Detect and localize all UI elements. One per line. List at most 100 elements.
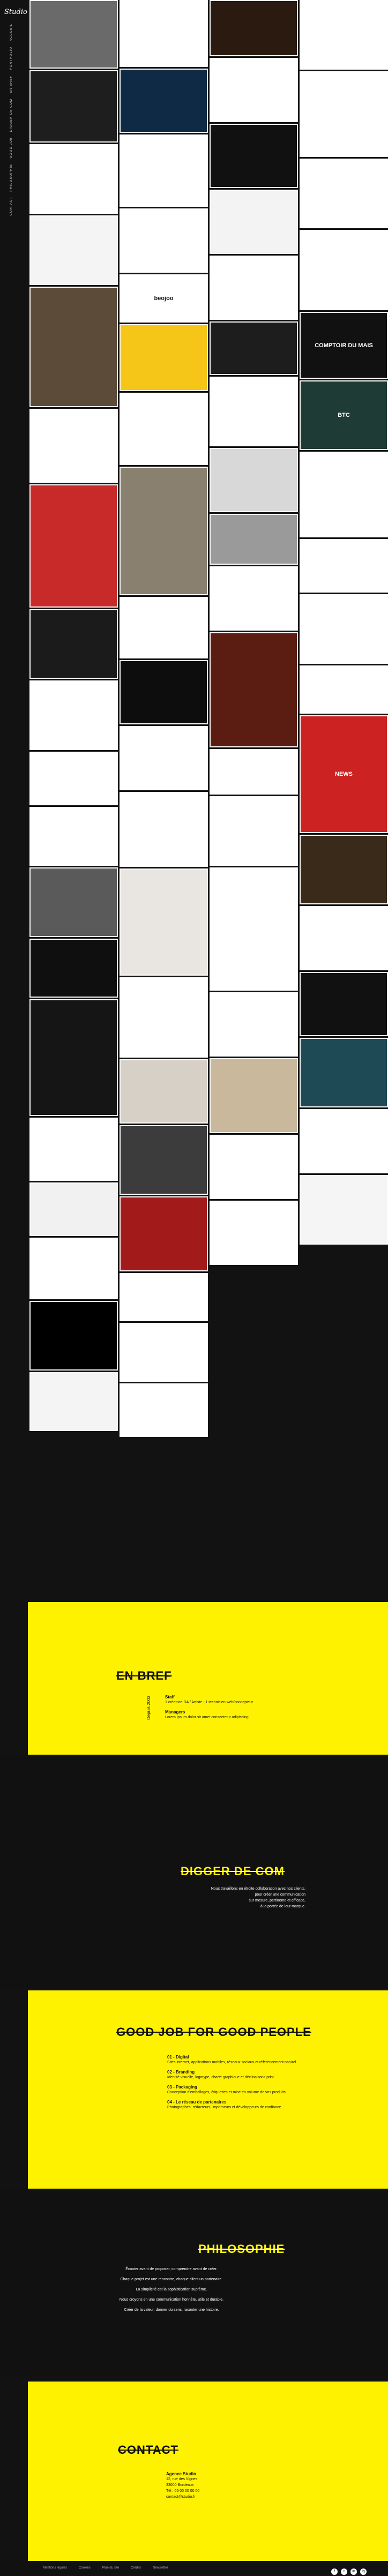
footer-link[interactable]: Cookies (79, 2566, 91, 2570)
portfolio-tile[interactable] (120, 393, 208, 465)
portfolio-tile[interactable] (120, 69, 208, 133)
portfolio-tile[interactable] (29, 1301, 118, 1371)
portfolio-tile[interactable] (29, 939, 118, 998)
portfolio-tile[interactable] (29, 409, 118, 483)
nav-item-6[interactable]: Contact (10, 197, 13, 216)
portfolio-tile[interactable] (300, 835, 388, 904)
portfolio-tile[interactable] (210, 992, 298, 1057)
portfolio-tile[interactable] (120, 1196, 208, 1271)
portfolio-tile[interactable] (300, 906, 388, 970)
nav-item-2[interactable]: En bref (10, 76, 13, 93)
portfolio-tile[interactable] (210, 1201, 298, 1265)
portfolio-tile[interactable]: BTC (300, 380, 388, 450)
social-icon[interactable]: f (331, 2568, 338, 2575)
portfolio-tile[interactable] (120, 726, 208, 790)
footer-link[interactable]: Mentions légales (43, 2566, 67, 2570)
portfolio-tile[interactable] (29, 215, 118, 285)
portfolio-tile[interactable] (300, 1038, 388, 1107)
portfolio-tile[interactable] (29, 1118, 118, 1181)
portfolio-tile[interactable] (29, 752, 118, 805)
portfolio-tile[interactable]: beojoo (120, 274, 208, 323)
en-bref-year: Depuis 2003 (146, 1696, 151, 1720)
portfolio-tile[interactable] (300, 0, 388, 70)
portfolio-tile[interactable] (29, 1182, 118, 1236)
portfolio-tile[interactable] (210, 377, 298, 446)
portfolio-tile[interactable] (120, 1273, 208, 1321)
portfolio-tile[interactable] (29, 609, 118, 679)
portfolio-tile[interactable] (120, 1125, 208, 1195)
digger-line: pour créer une communication (255, 1893, 305, 1897)
portfolio-tile[interactable] (29, 0, 118, 69)
contact-address: 12, rue des Vignes 33000 Bordeaux Tél : 05… (166, 2476, 273, 2500)
portfolio-tile[interactable] (210, 190, 298, 254)
portfolio-tile[interactable] (120, 660, 208, 724)
portfolio-tile[interactable] (120, 1323, 208, 1382)
portfolio-tile[interactable] (210, 58, 298, 122)
portfolio-tile[interactable] (29, 867, 118, 937)
portfolio-tile[interactable]: COMPTOIR DU MAIS (300, 312, 388, 379)
portfolio-tile[interactable] (120, 868, 208, 976)
portfolio-tile[interactable] (300, 594, 388, 664)
nav-item-0[interactable]: Accueil (10, 24, 13, 41)
digger-line: Nous travaillons en étroite collaboratio… (211, 1887, 305, 1891)
portfolio-tile[interactable] (29, 484, 118, 608)
portfolio-tile[interactable] (120, 467, 208, 595)
portfolio-tile[interactable] (210, 321, 298, 375)
social-icon[interactable]: ig (360, 2568, 367, 2575)
portfolio-tile[interactable] (120, 1383, 208, 1437)
portfolio-tile[interactable] (300, 159, 388, 228)
portfolio-tile[interactable] (120, 597, 208, 658)
portfolio-tile[interactable] (120, 0, 208, 67)
portfolio-tile[interactable] (210, 632, 298, 747)
portfolio-tile[interactable] (210, 256, 298, 320)
portfolio-tile[interactable] (300, 1109, 388, 1173)
portfolio-tile[interactable] (300, 452, 388, 537)
portfolio-tile[interactable] (120, 324, 208, 391)
portfolio-tile[interactable] (29, 1372, 118, 1431)
portfolio-tile[interactable] (210, 1058, 298, 1133)
portfolio-tile[interactable] (210, 867, 298, 991)
portfolio-tile[interactable] (300, 539, 388, 593)
portfolio-tile[interactable] (210, 448, 298, 512)
portfolio-tile[interactable] (300, 972, 388, 1036)
staff-text: 1 créatrice DA / Artiste - 1 technicien … (165, 1701, 253, 1704)
portfolio-tile[interactable] (120, 134, 208, 207)
en-bref-title: EN BREF (116, 1669, 172, 1682)
section-good-job: GOOD JOB FOR GOOD PEOPLE 01 - Digital Sit… (28, 1990, 388, 2189)
portfolio-tile[interactable] (300, 230, 388, 310)
portfolio-tile[interactable] (210, 514, 298, 565)
portfolio-tile[interactable] (210, 796, 298, 866)
portfolio-tile[interactable] (29, 287, 118, 407)
portfolio-tile[interactable] (120, 792, 208, 867)
portfolio-tile[interactable] (120, 208, 208, 273)
portfolio-tile[interactable] (210, 124, 298, 188)
portfolio-tile[interactable] (29, 70, 118, 143)
portfolio-tile[interactable] (120, 977, 208, 1058)
portfolio-tile[interactable] (29, 144, 118, 214)
portfolio-tile[interactable] (300, 71, 388, 157)
social-icon[interactable]: in (350, 2568, 357, 2575)
footer-link[interactable]: Newsletter (153, 2566, 168, 2570)
contact-line: Tél : 05 00 00 00 00 (166, 2489, 200, 2493)
portfolio-tile[interactable] (210, 749, 298, 795)
portfolio-tile[interactable] (120, 1059, 208, 1124)
portfolio-tile[interactable] (29, 1238, 118, 1299)
portfolio-tile[interactable] (29, 807, 118, 866)
nav-item-1[interactable]: Portfolio (10, 47, 13, 70)
portfolio-tile[interactable]: NEWS (300, 715, 388, 833)
nav-item-3[interactable]: Digger de com (10, 99, 13, 132)
portfolio-tile[interactable] (210, 1135, 298, 1199)
portfolio-tile[interactable] (300, 665, 388, 714)
portfolio-tile[interactable] (210, 0, 298, 56)
portfolio-tile[interactable] (300, 1175, 388, 1245)
portfolio-tile[interactable] (210, 566, 298, 631)
portfolio-tile[interactable] (29, 680, 118, 750)
nav-item-5[interactable]: Philosophie (10, 164, 13, 192)
footer-link[interactable]: Plan du site (102, 2566, 119, 2570)
footer-link[interactable]: Crédits (131, 2566, 141, 2570)
social-icon[interactable]: t (341, 2568, 347, 2575)
page: Studio Accueil Portfolio En bref Digger de … (0, 0, 388, 2576)
nav-item-4[interactable]: Good job (10, 137, 13, 159)
brand-logo[interactable]: Studio (4, 5, 27, 19)
portfolio-tile[interactable] (29, 999, 118, 1116)
